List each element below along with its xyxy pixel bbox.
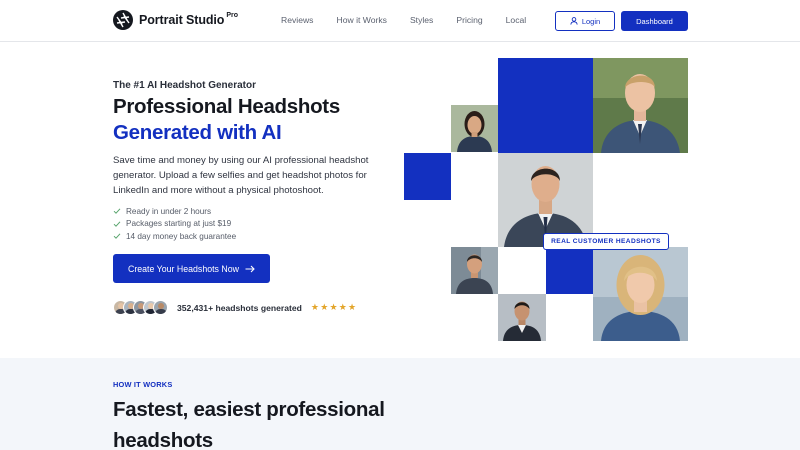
social-proof: 352,431+ headshots generated ★★★★★ (113, 300, 357, 315)
nav-link-local[interactable]: Local (506, 15, 527, 25)
headshot-photo (498, 294, 546, 341)
nav-link-pricing[interactable]: Pricing (456, 15, 482, 25)
feature-item: 14 day money back guarantee (113, 230, 236, 243)
hero-title-line1: Professional Headshots (113, 95, 340, 118)
customer-headshots-badge: REAL CUSTOMER HEADSHOTS (543, 233, 669, 250)
login-label: Login (581, 16, 601, 26)
how-it-works-title: Fastest, easiest professional headshots (113, 398, 385, 450)
brand-name: Portrait Studio (139, 13, 225, 27)
rating-stars: ★★★★★ (310, 302, 358, 312)
brand-sup: Pro (226, 11, 238, 19)
feature-text: 14 day money back guarantee (126, 231, 237, 241)
nav-link-how-it-works[interactable]: How it Works (336, 15, 386, 25)
arrow-right-icon (245, 265, 255, 272)
nav-link-styles[interactable]: Styles (410, 15, 433, 25)
check-icon (113, 208, 121, 215)
login-button[interactable]: Login (555, 11, 615, 31)
avatar (153, 300, 168, 315)
feature-item: Packages starting at just $19 (113, 218, 236, 231)
feature-item: Ready in under 2 hours (113, 205, 236, 218)
avatar-stack (113, 300, 168, 315)
aperture-icon (113, 10, 133, 30)
headshot-photo (593, 58, 688, 153)
blue-tile (546, 247, 593, 294)
dashboard-label: Dashboard (636, 16, 673, 26)
nav-link-reviews[interactable]: Reviews (281, 15, 313, 25)
hero-title-line2: Generated with AI (113, 121, 282, 144)
logo[interactable]: Portrait Studio Pro (113, 10, 238, 30)
top-nav: Portrait Studio Pro Reviews How it Works… (0, 0, 800, 42)
cta-label: Create Your Headshots Now (127, 263, 239, 274)
how-it-works-eyebrow: HOW IT WORKS (113, 380, 173, 389)
dashboard-button[interactable]: Dashboard (621, 11, 688, 31)
headshot-photo (593, 247, 688, 341)
headshot-photo (451, 247, 498, 294)
create-headshots-button[interactable]: Create Your Headshots Now (113, 254, 270, 283)
blue-tile (498, 58, 593, 153)
feature-text: Packages starting at just $19 (126, 219, 232, 229)
hero-description: Save time and money by using our AI prof… (113, 155, 369, 196)
check-icon (113, 233, 121, 240)
check-icon (113, 221, 121, 227)
hero-eyebrow: The #1 AI Headshot Generator (113, 80, 256, 91)
headshot-count: 352,431+ headshots generated (177, 302, 302, 313)
feature-list: Ready in under 2 hours Packages starting… (113, 205, 236, 243)
headshot-photo (451, 105, 498, 152)
blue-tile (404, 153, 451, 200)
user-icon (570, 17, 578, 25)
feature-text: Ready in under 2 hours (126, 206, 212, 216)
nav-links: Reviews How it Works Styles Pricing Loca… (281, 15, 549, 25)
